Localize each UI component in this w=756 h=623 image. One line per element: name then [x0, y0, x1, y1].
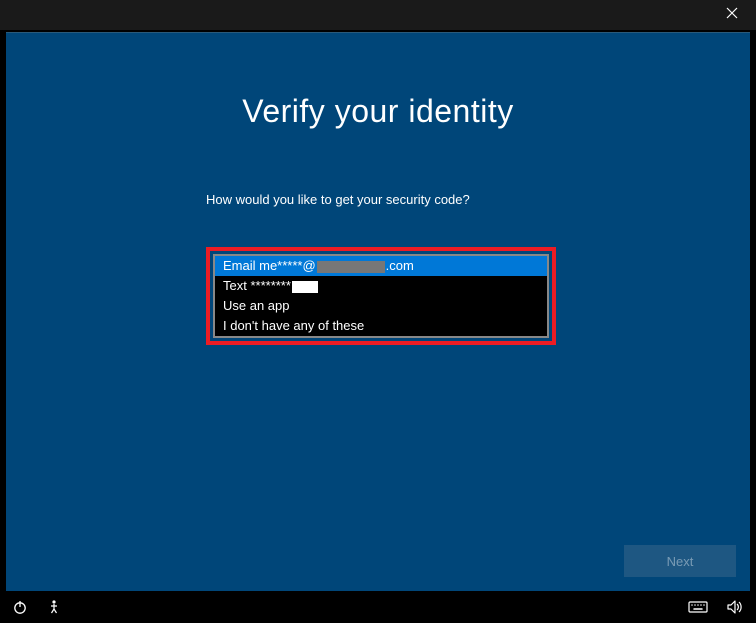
power-icon[interactable] [12, 599, 28, 615]
next-button[interactable]: Next [624, 545, 736, 577]
verification-option-3[interactable]: I don't have any of these [215, 316, 547, 336]
titlebar [0, 0, 756, 30]
verification-method-dropdown[interactable]: Email me*****@.comText ********Use an ap… [213, 254, 549, 338]
volume-icon[interactable] [726, 599, 744, 615]
footer-tray [0, 591, 756, 623]
verification-option-1[interactable]: Text ******** [215, 276, 547, 296]
redacted-segment [292, 281, 318, 293]
accessibility-icon[interactable] [46, 599, 62, 615]
verification-method-highlight: Email me*****@.comText ********Use an ap… [206, 247, 556, 345]
redacted-segment [317, 261, 385, 273]
prompt-text: How would you like to get your security … [206, 192, 750, 207]
content-area: Verify your identity How would you like … [6, 32, 750, 591]
verification-option-2[interactable]: Use an app [215, 296, 547, 316]
close-icon[interactable] [722, 6, 742, 24]
verification-option-0[interactable]: Email me*****@.com [215, 256, 547, 276]
keyboard-icon[interactable] [688, 600, 708, 614]
page-title: Verify your identity [6, 93, 750, 130]
